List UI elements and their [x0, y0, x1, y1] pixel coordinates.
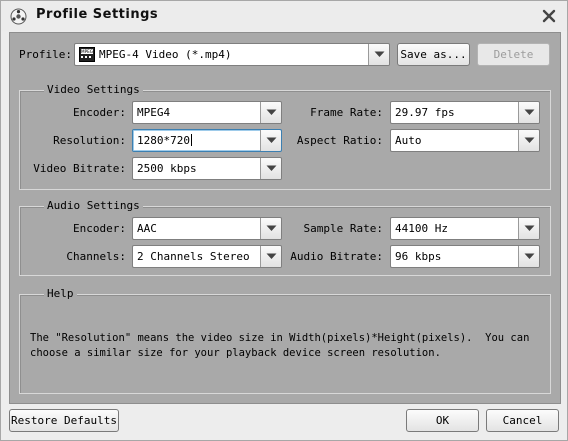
- sample-rate-value: 44100 Hz: [395, 222, 448, 235]
- file-icon-text: MPEG: [81, 49, 93, 54]
- chevron-down-icon: [266, 109, 277, 115]
- aspect-ratio-select[interactable]: Auto: [390, 129, 540, 152]
- window-title: Profile Settings: [36, 7, 159, 22]
- video-bitrate-dropdown-arrow[interactable]: [260, 158, 281, 179]
- video-encoder-value: MPEG4: [137, 106, 171, 119]
- restore-defaults-button[interactable]: Restore Defaults: [9, 409, 119, 432]
- channels-label: Channels:: [66, 250, 126, 263]
- video-bitrate-select[interactable]: 2500 kbps: [132, 157, 282, 180]
- profile-dropdown-arrow[interactable]: [368, 44, 389, 65]
- frame-rate-label: Frame Rate:: [310, 106, 383, 119]
- frame-rate-value: 29.97 fps: [395, 106, 455, 119]
- chevron-down-icon: [266, 253, 277, 259]
- title-bar[interactable]: Profile Settings: [1, 1, 567, 31]
- video-encoder-dropdown-arrow[interactable]: [260, 102, 281, 123]
- video-settings-title: Video Settings: [44, 83, 143, 96]
- video-file-icon: MPEG: [79, 47, 95, 62]
- audio-bitrate-label: Audio Bitrate:: [290, 250, 383, 263]
- audio-bitrate-value: 96 kbps: [395, 250, 442, 263]
- audio-encoder-dropdown-arrow[interactable]: [260, 218, 281, 239]
- frame-rate-dropdown-arrow[interactable]: [518, 102, 539, 123]
- audio-encoder-select[interactable]: AAC: [132, 217, 282, 240]
- profile-select[interactable]: MPEG MPEG-4 Video (*.mp4): [74, 43, 390, 66]
- aspect-ratio-dropdown-arrow[interactable]: [518, 130, 539, 151]
- profile-label: Profile:: [19, 48, 72, 61]
- audio-settings-title: Audio Settings: [44, 199, 143, 212]
- help-line-2: choose a similar size for your playback …: [30, 347, 441, 359]
- profile-settings-window: Profile Settings Profile: MPEG MPEG-4 Vi…: [0, 0, 568, 441]
- video-encoder-select[interactable]: MPEG4: [132, 101, 282, 124]
- chevron-down-icon: [524, 253, 535, 259]
- frame-rate-select[interactable]: 29.97 fps: [390, 101, 540, 124]
- resolution-label: Resolution:: [53, 134, 126, 147]
- cancel-button[interactable]: Cancel: [486, 409, 559, 432]
- chevron-down-icon: [524, 137, 535, 143]
- channels-dropdown-arrow[interactable]: [260, 246, 281, 267]
- chevron-down-icon: [266, 165, 277, 171]
- chevron-down-icon: [374, 51, 385, 57]
- audio-encoder-label: Encoder:: [73, 222, 126, 235]
- video-encoder-label: Encoder:: [73, 106, 126, 119]
- chevron-down-icon: [266, 225, 277, 231]
- ok-button[interactable]: OK: [406, 409, 479, 432]
- sample-rate-select[interactable]: 44100 Hz: [390, 217, 540, 240]
- help-text: The "Resolution" means the video size in…: [30, 331, 540, 361]
- audio-bitrate-dropdown-arrow[interactable]: [518, 246, 539, 267]
- aspect-ratio-value: Auto: [395, 134, 422, 147]
- settings-panel: Profile: MPEG MPEG-4 Video (*.mp4) Save …: [9, 32, 561, 404]
- resolution-value: 1280*720: [137, 134, 190, 147]
- help-title: Help: [44, 287, 77, 300]
- chevron-down-icon: [524, 109, 535, 115]
- help-line-1: The "Resolution" means the video size in…: [30, 332, 530, 344]
- channels-value: 2 Channels Stereo: [137, 250, 250, 263]
- sample-rate-dropdown-arrow[interactable]: [518, 218, 539, 239]
- resolution-select[interactable]: 1280*720: [132, 129, 282, 152]
- channels-select[interactable]: 2 Channels Stereo: [132, 245, 282, 268]
- text-caret: [190, 134, 192, 146]
- video-bitrate-value: 2500 kbps: [137, 162, 197, 175]
- delete-button[interactable]: Delete: [477, 43, 550, 66]
- audio-encoder-value: AAC: [137, 222, 157, 235]
- app-logo-icon: [10, 8, 27, 25]
- save-as-button[interactable]: Save as...: [397, 43, 470, 66]
- profile-value: MPEG-4 Video (*.mp4): [99, 48, 232, 61]
- audio-bitrate-select[interactable]: 96 kbps: [390, 245, 540, 268]
- chevron-down-icon: [524, 225, 535, 231]
- sample-rate-label: Sample Rate:: [303, 222, 383, 235]
- close-icon[interactable]: [540, 7, 558, 25]
- video-bitrate-label: Video Bitrate:: [33, 162, 126, 175]
- resolution-dropdown-arrow[interactable]: [260, 130, 281, 151]
- chevron-down-icon: [266, 137, 277, 143]
- aspect-ratio-label: Aspect Ratio:: [296, 134, 383, 147]
